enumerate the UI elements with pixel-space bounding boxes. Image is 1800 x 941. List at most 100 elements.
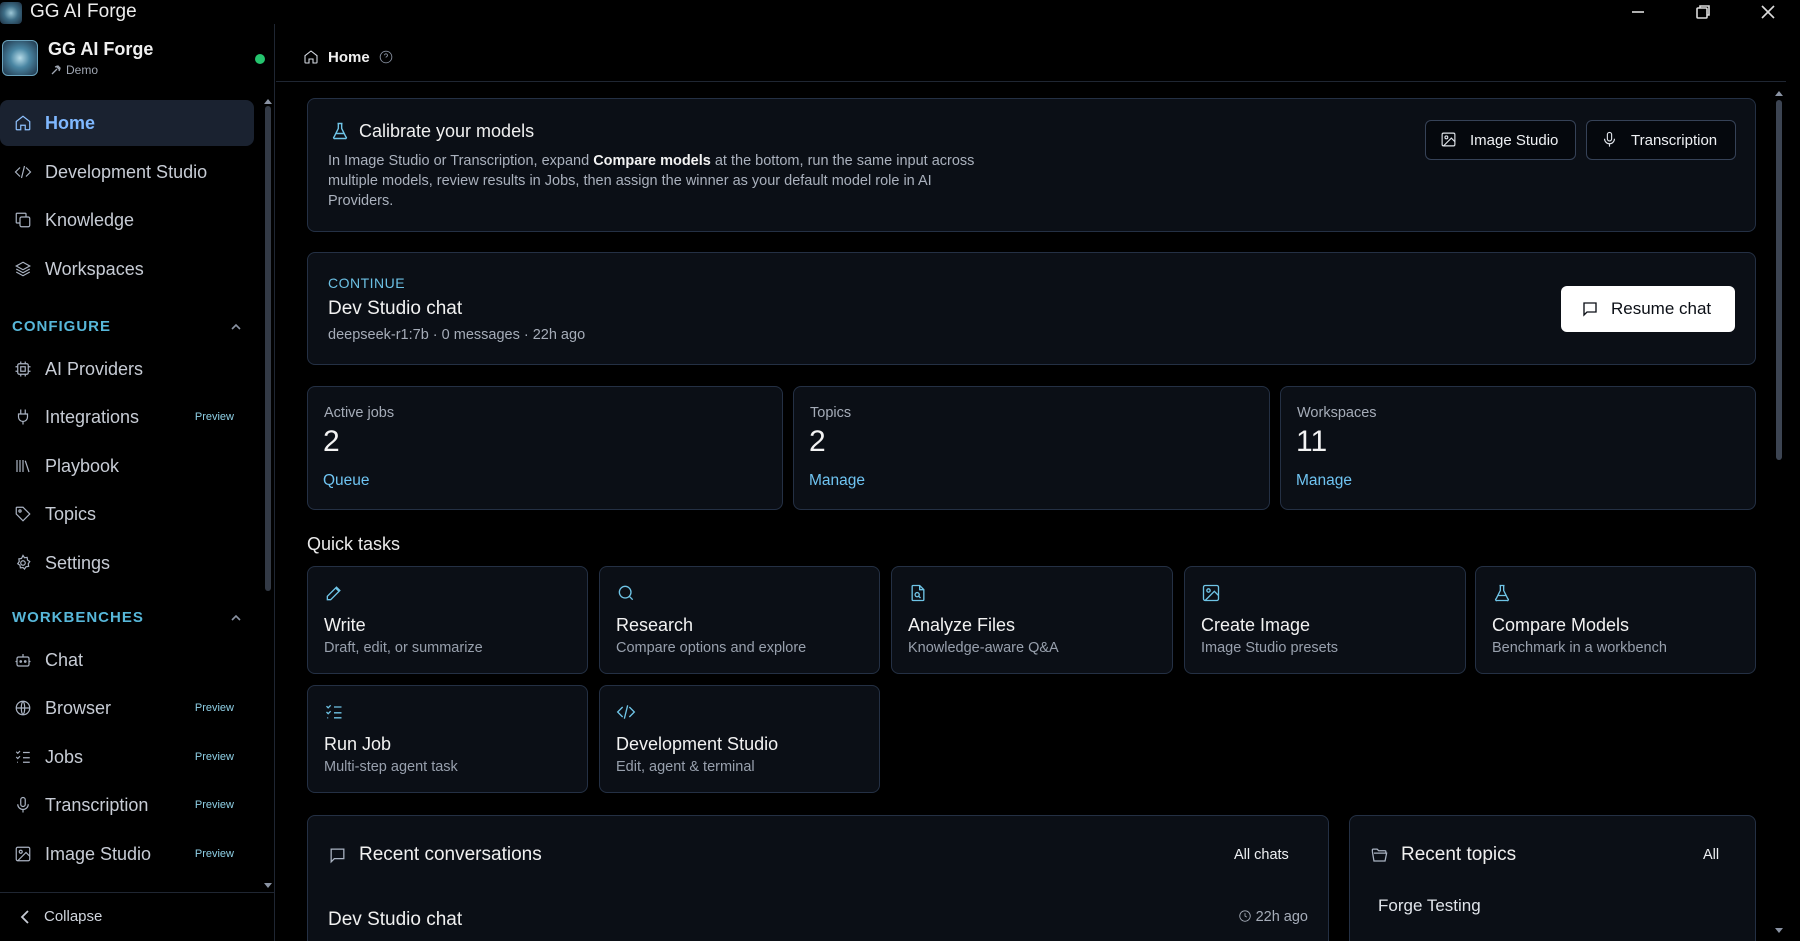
tag-icon: [13, 504, 33, 524]
sidebar-nav: Home Development Studio Knowledge Worksp…: [0, 94, 275, 884]
list-checks-icon: [13, 747, 33, 767]
breadcrumb: Home: [276, 24, 1786, 82]
task-subtitle: Compare options and explore: [616, 640, 807, 656]
globe-icon: [13, 698, 33, 718]
task-subtitle: Benchmark in a workbench: [1492, 640, 1667, 656]
sidebar-item-chat[interactable]: Chat: [0, 637, 254, 683]
app-logo-icon: [0, 2, 22, 24]
task-compare-models[interactable]: Compare Models Benchmark in a workbench: [1475, 566, 1756, 674]
sidebar-item-integrations[interactable]: Integrations Preview: [0, 394, 254, 440]
preview-badge: Preview: [194, 411, 234, 423]
task-research[interactable]: Research Compare options and explore: [599, 566, 880, 674]
message-square-icon: [328, 846, 347, 870]
code-icon: [13, 162, 33, 182]
sidebar-item-settings[interactable]: Settings: [0, 540, 254, 586]
stat-card-active-jobs: Active jobs 2 Queue: [307, 386, 783, 510]
sidebar-item-workspaces[interactable]: Workspaces: [0, 246, 254, 292]
collapse-button[interactable]: Collapse: [0, 892, 275, 941]
window-title: GG AI Forge: [30, 1, 137, 22]
queue-link[interactable]: Queue: [323, 472, 370, 490]
sidebar-item-label: Jobs: [45, 746, 84, 767]
stat-label: Active jobs: [324, 405, 395, 421]
manage-topics-link[interactable]: Manage: [809, 472, 865, 490]
copy-icon: [13, 210, 33, 230]
button-label: Image Studio: [1470, 132, 1559, 149]
calibrate-description: In Image Studio or Transcription, expand…: [328, 153, 975, 209]
main-scrollbar[interactable]: [1776, 100, 1782, 460]
sidebar-item-knowledge[interactable]: Knowledge: [0, 197, 254, 243]
task-subtitle: Edit, agent & terminal: [616, 759, 755, 775]
file-search-icon: [908, 583, 928, 608]
task-create-image[interactable]: Create Image Image Studio presets: [1184, 566, 1466, 674]
maximize-button[interactable]: [1675, 0, 1731, 24]
brand-name: GG AI Forge: [48, 39, 154, 59]
all-chats-link[interactable]: All chats: [1234, 847, 1289, 863]
brand-logo-icon: [2, 40, 38, 76]
task-development-studio[interactable]: Development Studio Edit, agent & termina…: [599, 685, 880, 793]
sidebar-item-development-studio[interactable]: Development Studio: [0, 149, 254, 195]
quick-tasks-title: Quick tasks: [307, 534, 401, 554]
sidebar-item-label: Home: [45, 112, 96, 133]
restore-icon: [1696, 5, 1710, 19]
list-checks-icon: [324, 702, 344, 727]
conversation-row-title[interactable]: Dev Studio chat: [328, 909, 462, 931]
recent-topics-card: Recent topics All Forge Testing: [1349, 815, 1756, 941]
section-title: WORKBENCHES: [12, 608, 144, 626]
sidebar-item-playbook[interactable]: Playbook: [0, 443, 254, 489]
brand[interactable]: GG AI Forge Demo: [0, 36, 275, 86]
continue-card: CONTINUE Dev Studio chat deepseek-r1:7b …: [307, 252, 1756, 365]
task-run-job[interactable]: Run Job Multi-step agent task: [307, 685, 588, 793]
sidebar-item-topics[interactable]: Topics: [0, 491, 254, 537]
help-icon[interactable]: [379, 50, 393, 69]
minimize-button[interactable]: [1610, 0, 1666, 24]
mic-icon: [13, 795, 33, 815]
workspace-name: Demo: [66, 63, 99, 77]
bot-icon: [13, 650, 33, 670]
task-name: Analyze Files: [908, 615, 1016, 635]
task-name: Run Job: [324, 734, 392, 754]
preview-badge: Preview: [194, 751, 234, 763]
folder-open-icon: [1370, 846, 1389, 870]
sidebar-item-image-studio[interactable]: Image Studio Preview: [0, 831, 254, 877]
flask-icon: [330, 121, 350, 146]
sidebar-scroll-up[interactable]: [263, 92, 273, 104]
sidebar-item-jobs[interactable]: Jobs Preview: [0, 734, 254, 780]
sidebar-item-label: Browser: [45, 697, 112, 718]
continue-title: Dev Studio chat: [328, 298, 463, 319]
home-icon: [13, 113, 33, 133]
task-subtitle: Multi-step agent task: [324, 759, 458, 775]
topic-row[interactable]: Forge Testing: [1378, 896, 1481, 916]
sidebar-item-label: AI Providers: [45, 358, 144, 379]
transcription-button[interactable]: Transcription: [1586, 120, 1736, 160]
plug-icon: [13, 407, 33, 427]
image-studio-button[interactable]: Image Studio: [1425, 120, 1576, 160]
breadcrumb-current: Home: [328, 49, 370, 66]
resume-chat-button[interactable]: Resume chat: [1561, 286, 1735, 332]
section-workbenches[interactable]: WORKBENCHES: [12, 607, 242, 627]
all-topics-link[interactable]: All: [1703, 847, 1719, 863]
task-write[interactable]: Write Draft, edit, or summarize: [307, 566, 588, 674]
sidebar-item-home[interactable]: Home: [0, 100, 254, 146]
calibrate-title: Calibrate your models: [359, 121, 535, 141]
title-bar: GG AI Forge: [0, 0, 1800, 24]
sidebar-item-label: Knowledge: [45, 209, 135, 230]
sidebar-item-browser[interactable]: Browser Preview: [0, 685, 254, 731]
close-button[interactable]: [1740, 0, 1796, 24]
sidebar-item-transcription[interactable]: Transcription Preview: [0, 782, 254, 828]
manage-workspaces-link[interactable]: Manage: [1296, 472, 1352, 490]
recent-conversations-title: Recent conversations: [359, 844, 542, 865]
main-scroll-down[interactable]: [1774, 922, 1784, 940]
sidebar-item-label: Integrations: [45, 406, 140, 427]
hammer-icon: [51, 65, 61, 75]
task-name: Compare Models: [1492, 615, 1630, 635]
sidebar-scrollbar[interactable]: [265, 106, 271, 591]
section-configure[interactable]: CONFIGURE: [12, 316, 242, 336]
task-analyze-files[interactable]: Analyze Files Knowledge-aware Q&A: [891, 566, 1173, 674]
sidebar-scroll-down[interactable]: [263, 877, 273, 888]
stat-card-workspaces: Workspaces 11 Manage: [1280, 386, 1756, 510]
chevron-left-icon: [20, 910, 30, 929]
sidebar-item-label: Topics: [45, 503, 97, 524]
gear-icon: [13, 553, 33, 573]
sidebar-item-ai-providers[interactable]: AI Providers: [0, 346, 254, 392]
flask-icon: [1492, 583, 1512, 608]
